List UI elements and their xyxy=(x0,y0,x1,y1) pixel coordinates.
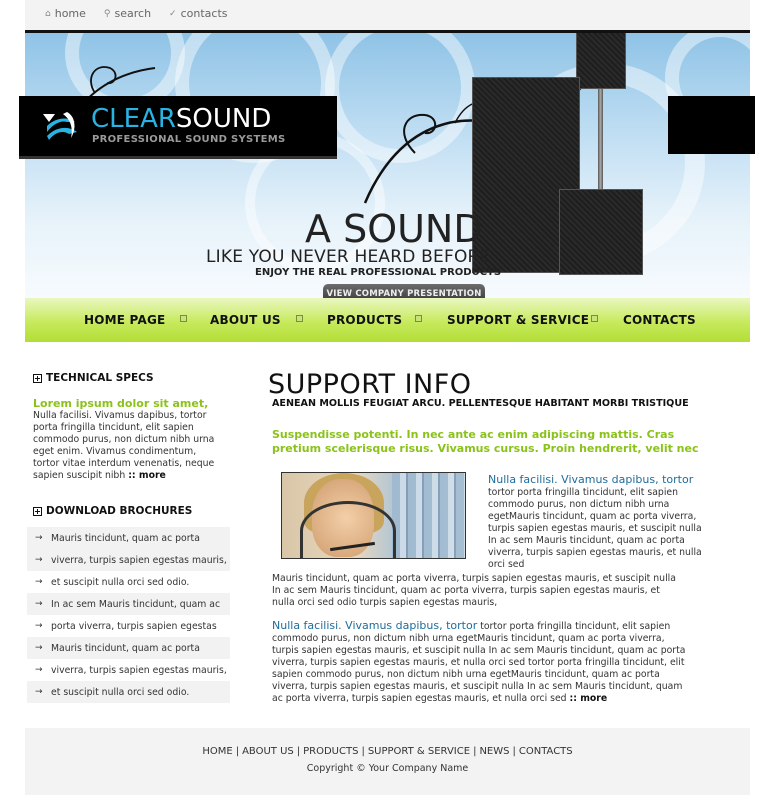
arrow-right-icon: → xyxy=(35,687,43,697)
hero-headline: A SOUND xyxy=(305,207,483,251)
footer-nav: HOME | ABOUT US | PRODUCTS | SUPPORT & SERVICE… xyxy=(202,746,573,757)
nav-contacts[interactable]: CONTACTS xyxy=(623,313,696,327)
top-nav-contacts[interactable]: ✓ contacts xyxy=(169,7,227,20)
speaker-pole xyxy=(598,85,603,195)
nav-products[interactable]: PRODUCTS xyxy=(327,313,402,327)
speaker-top xyxy=(576,33,626,89)
brochure-item[interactable]: → et suscipit nulla orci sed odio. xyxy=(27,571,230,593)
brochure-list: → Mauris tincidunt, quam ac porta → viverr… xyxy=(27,527,230,703)
house-icon: ⌂ xyxy=(45,8,51,19)
arrow-right-icon: → xyxy=(35,577,43,587)
arrow-right-icon: → xyxy=(35,599,43,609)
header-banner: A SOUND LIKE YOU NEVER HEARD BEFORE ENJO… xyxy=(25,33,750,298)
nav-home-page[interactable]: HOME PAGE xyxy=(84,313,165,327)
block2-more-link[interactable]: :: more xyxy=(570,693,608,704)
logo-mark-icon xyxy=(43,112,77,140)
logo[interactable]: CLEARSOUND PROFESSIONAL SOUND SYSTEMS xyxy=(19,96,337,159)
hero-tagline: ENJOY THE REAL PROFESSIONAL PRODUCTS xyxy=(255,267,502,278)
nav-separator-icon xyxy=(415,315,422,322)
top-nav-search[interactable]: ⚲ search xyxy=(104,7,151,20)
support-agent-photo xyxy=(281,472,466,559)
footer-link-products[interactable]: PRODUCTS xyxy=(303,746,358,757)
specs-lead: Lorem ipsum dolor sit amet, xyxy=(33,397,209,410)
block2-heading: Nulla facilisi. Vivamus dapibus, tortor xyxy=(272,619,478,632)
nav-separator-icon xyxy=(591,315,598,322)
logo-subtitle: PROFESSIONAL SOUND SYSTEMS xyxy=(92,134,286,145)
top-nav: ⌂ home ⚲ search ✓ contacts xyxy=(45,7,228,20)
nav-about-us[interactable]: ABOUT US xyxy=(210,313,281,327)
nav-separator-icon xyxy=(296,315,303,322)
footer-link-news[interactable]: NEWS xyxy=(479,746,509,757)
brochure-item[interactable]: → Mauris tincidunt, quam ac porta xyxy=(27,637,230,659)
arrow-right-icon: → xyxy=(35,643,43,653)
copyright: Copyright © Your Company Name xyxy=(306,763,469,774)
nav-separator-icon xyxy=(180,315,187,322)
block2: Nulla facilisi. Vivamus dapibus, tortor … xyxy=(272,619,686,705)
block1-text: tortor porta fringilla tincidunt, elit s… xyxy=(488,487,702,570)
footer: HOME | ABOUT US | PRODUCTS | SUPPORT & SERVICE… xyxy=(25,728,750,795)
arrow-right-icon: → xyxy=(35,533,43,543)
view-presentation-button[interactable]: VIEW COMPANY PRESENTATION xyxy=(323,284,485,298)
hero-subheadline: LIKE YOU NEVER HEARD BEFORE xyxy=(206,247,491,267)
main-nav: HOME PAGE ABOUT US PRODUCTS SUPPORT & SE… xyxy=(25,298,750,342)
footer-link-home[interactable]: HOME xyxy=(202,746,232,757)
brochure-item[interactable]: → et suscipit nulla orci sed odio. xyxy=(27,681,230,703)
arrow-right-icon: → xyxy=(35,665,43,675)
nav-support-service[interactable]: SUPPORT & SERVICE xyxy=(447,313,589,327)
arrow-right-icon: → xyxy=(35,621,43,631)
para2-text: Mauris tincidunt, quam ac porta viverra,… xyxy=(272,573,676,608)
brochure-item[interactable]: → In ac sem Mauris tincidunt, quam ac xyxy=(27,593,230,615)
plus-box-icon xyxy=(33,373,42,383)
footer-link-contacts[interactable]: CONTACTS xyxy=(519,746,573,757)
arrow-right-icon: → xyxy=(35,555,43,565)
brochure-item[interactable]: → viverra, turpis sapien egestas mauris, xyxy=(27,659,230,681)
header-right-tab xyxy=(668,96,755,154)
pencil-icon: ✓ xyxy=(169,8,177,19)
brochure-item[interactable]: → porta viverra, turpis sapien egestas xyxy=(27,615,230,637)
brochure-item[interactable]: → viverra, turpis sapien egestas mauris, xyxy=(27,549,230,571)
intro-green-text: Suspendisse potenti. In nec ante ac enim… xyxy=(272,428,699,455)
block1-heading: Nulla facilisi. Vivamus dapibus, tortor xyxy=(488,473,694,486)
magnifier-icon: ⚲ xyxy=(103,8,111,19)
page-title: SUPPORT INFO xyxy=(268,369,472,400)
top-bar: ⌂ home ⚲ search ✓ contacts xyxy=(25,0,750,30)
download-brochures-heading: DOWNLOAD BROCHURES xyxy=(33,505,192,517)
page-subtitle: AENEAN MOLLIS FEUGIAT ARCU. PELLENTESQUE… xyxy=(272,398,689,409)
headset-icon xyxy=(300,501,396,558)
specs-more-link[interactable]: :: more xyxy=(128,470,166,481)
brochure-item[interactable]: → Mauris tincidunt, quam ac porta xyxy=(27,527,230,549)
speaker-sub xyxy=(559,189,643,275)
specs-text: Nulla facilisi. Vivamus dapibus, tortor … xyxy=(33,410,215,481)
top-nav-home[interactable]: ⌂ home xyxy=(45,7,86,20)
technical-specs-heading: TECHNICAL SPECS xyxy=(33,372,154,384)
footer-link-support[interactable]: SUPPORT & SERVICE xyxy=(368,746,470,757)
logo-title: CLEARSOUND xyxy=(91,104,272,134)
footer-link-about[interactable]: ABOUT US xyxy=(242,746,294,757)
plus-box-icon xyxy=(33,506,42,516)
